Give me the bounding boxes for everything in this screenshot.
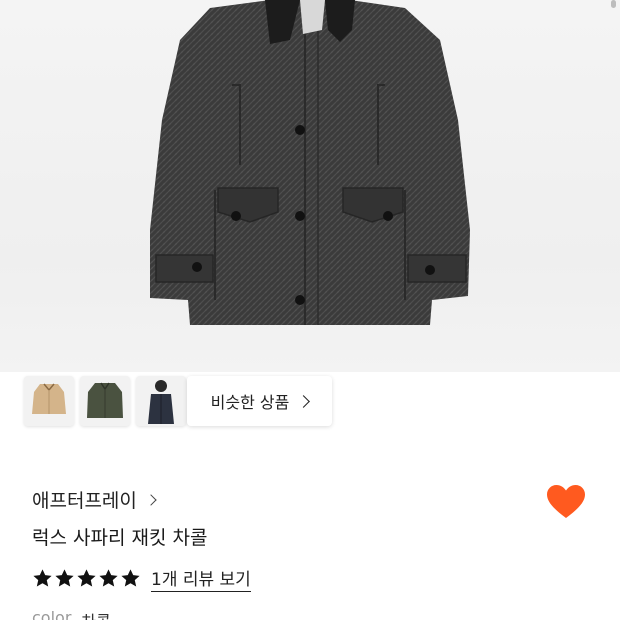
heart-icon[interactable]: [546, 484, 586, 520]
star-icon: [33, 569, 52, 587]
olive-jacket-image: [80, 376, 130, 426]
color-label: color: [32, 608, 72, 620]
scrollbar[interactable]: [611, 0, 616, 8]
color-value: 차콜: [81, 608, 110, 620]
jacket-illustration: [150, 0, 470, 325]
similar-products-button[interactable]: 비슷한 상품: [187, 376, 332, 426]
review-link[interactable]: 1개 리뷰 보기: [151, 565, 251, 592]
navy-coat-model-image: [136, 376, 186, 426]
star-icon: [77, 569, 96, 587]
thumbnail-navy-coat-model[interactable]: [136, 376, 186, 426]
star-icon: [99, 569, 118, 587]
chevron-right-icon: [297, 394, 311, 408]
beige-jacket-image: [24, 376, 74, 426]
star-icon: [121, 569, 140, 587]
star-icon: [55, 569, 74, 587]
similar-products-label: 비슷한 상품: [210, 393, 290, 412]
chevron-right-icon: [145, 493, 157, 506]
color-option: color 차콜: [32, 608, 111, 620]
thumbnail-beige-jacket[interactable]: [24, 376, 74, 426]
product-title: 럭스 사파리 재킷 차콜: [32, 527, 208, 549]
thumbnail-olive-jacket[interactable]: [80, 376, 130, 426]
rating-row: 1개 리뷰 보기: [32, 565, 251, 592]
star-rating: [32, 568, 141, 589]
product-image[interactable]: [0, 0, 620, 372]
brand-link[interactable]: 애프터프레이: [32, 486, 157, 513]
brand-name: 애프터프레이: [32, 490, 137, 512]
thumbnail-strip: [24, 376, 186, 426]
